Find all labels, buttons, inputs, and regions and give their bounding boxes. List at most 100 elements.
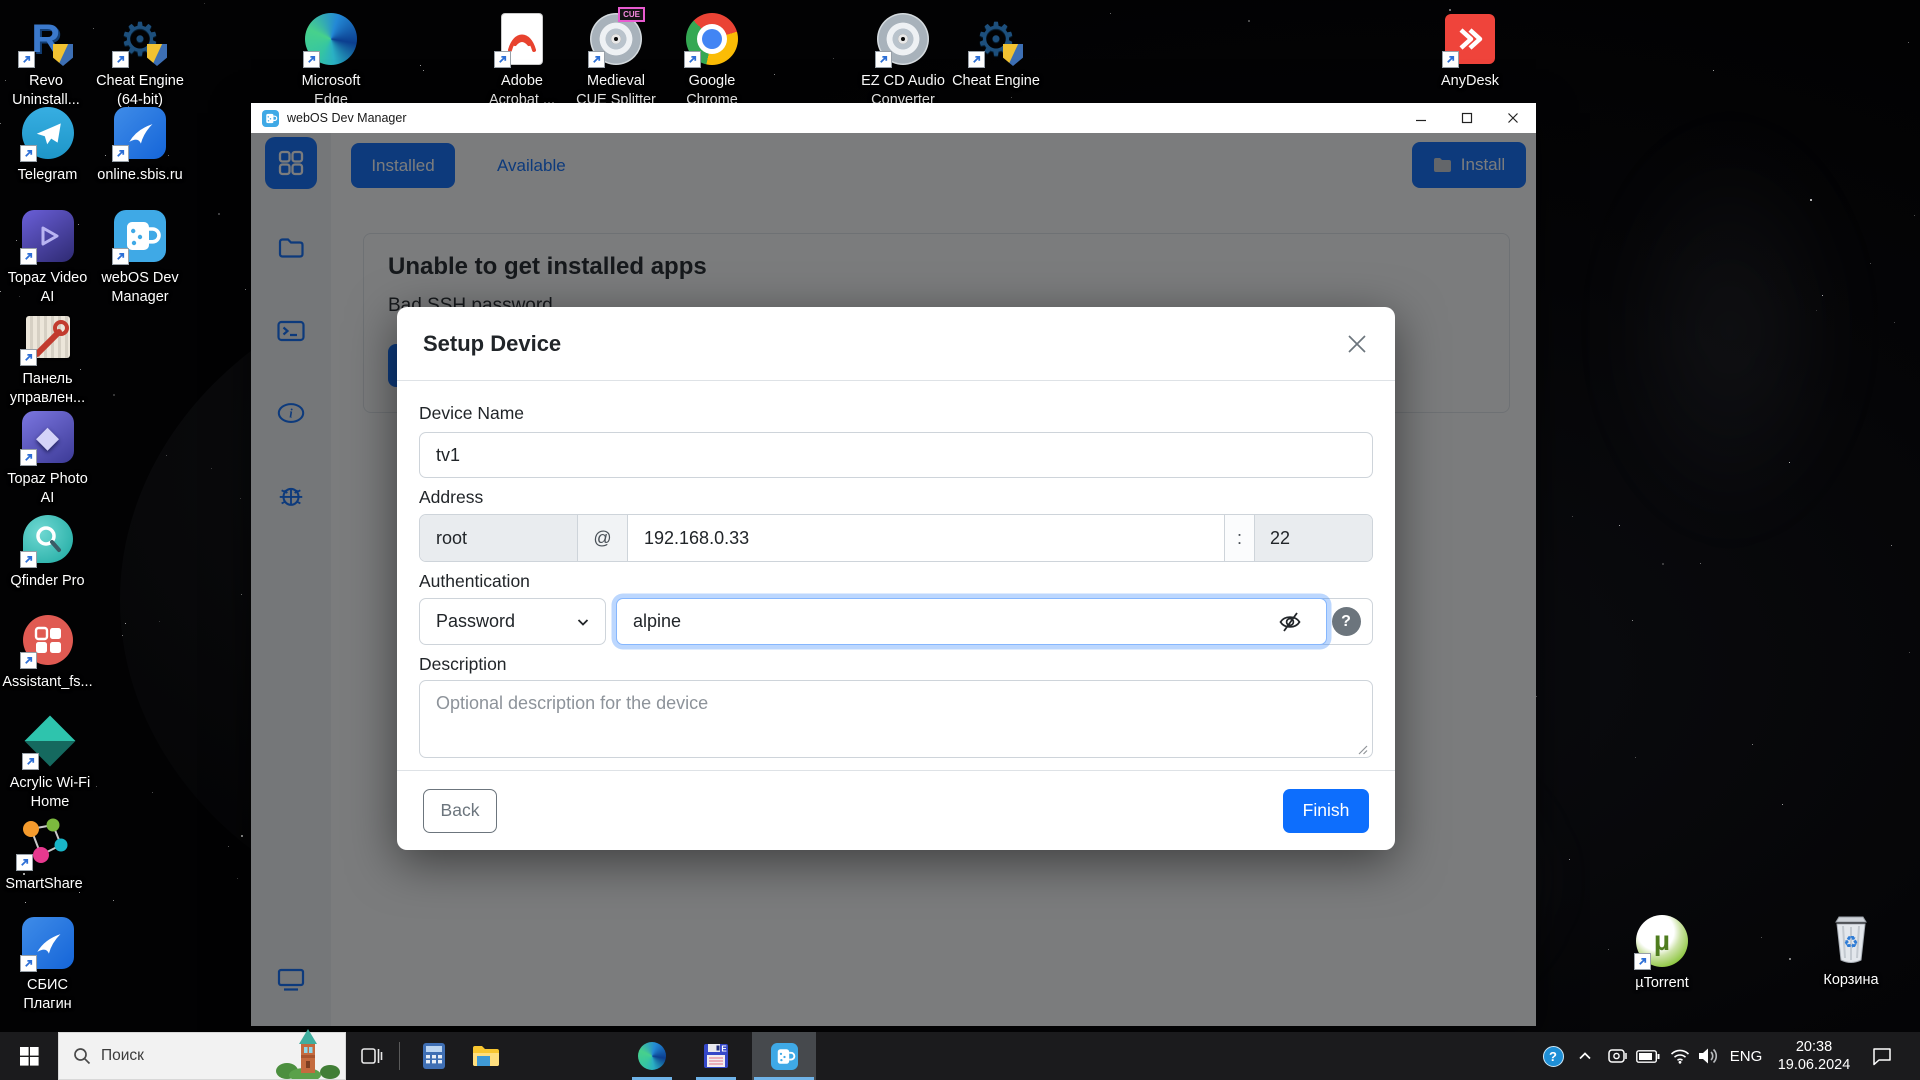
tray-overflow-chevron[interactable] (1572, 1032, 1598, 1080)
help-button[interactable]: ? (1332, 607, 1361, 636)
shortcut-arrow-icon (20, 652, 37, 669)
eye-slash-icon[interactable] (1277, 609, 1303, 635)
task-view-button[interactable] (348, 1032, 396, 1080)
taskbar-edge[interactable] (628, 1032, 676, 1080)
taskbar-editor[interactable]: E (692, 1032, 740, 1080)
tray-clock[interactable]: 20:38 19.06.2024 (1768, 1032, 1860, 1080)
cast-display-icon (1608, 1048, 1628, 1065)
description-wrap (419, 680, 1373, 763)
shortcut-arrow-icon (20, 449, 37, 466)
close-icon[interactable] (1345, 332, 1369, 356)
password-help-segment: ? (1319, 598, 1373, 645)
tray-display-cast[interactable] (1604, 1032, 1632, 1080)
minimize-button[interactable] (1398, 103, 1444, 133)
chevron-up-icon (1577, 1048, 1593, 1064)
desktop-icon-qfinder[interactable]: Qfinder Pro (0, 510, 95, 591)
desktop-icon-utorrent[interactable]: µ µTorrent (1612, 912, 1712, 993)
at-separator: @ (578, 515, 628, 561)
desktop-icon-anydesk[interactable]: AnyDesk (1420, 10, 1520, 91)
desktop-icon-recycle-bin[interactable]: ♻ Корзина (1801, 909, 1901, 990)
close-button[interactable] (1490, 103, 1536, 133)
recycle-bin-icon: ♻ (1826, 910, 1876, 966)
shortcut-arrow-icon (112, 248, 129, 265)
shortcut-arrow-icon (494, 51, 511, 68)
tray-date: 19.06.2024 (1778, 1056, 1851, 1074)
desktop-icon-edge[interactable]: Microsoft Edge (281, 10, 381, 110)
start-button[interactable] (0, 1032, 58, 1080)
desktop-icon-assistant[interactable]: Assistant_fs... (0, 611, 95, 692)
auth-method-select[interactable]: Password (419, 598, 606, 645)
desktop-icon-ezcd[interactable]: EZ CD Audio Converter (851, 10, 955, 110)
action-center-button[interactable] (1862, 1032, 1902, 1080)
desktop-icon-control-panel[interactable]: Панель управлен... (0, 308, 95, 408)
back-button[interactable]: Back (423, 789, 497, 833)
dialog-header: Setup Device (397, 307, 1395, 381)
dialog-footer: Back Finish (397, 770, 1395, 850)
wallpaper-smoke (1600, 120, 1860, 540)
desktop-icon-revo-uninstaller[interactable]: R Revo Uninstall... (0, 10, 92, 110)
desktop-icon-topaz-photo[interactable]: ◆ Topaz Photo AI (0, 408, 95, 508)
desktop-icon-cheat-engine[interactable]: ⚙ Cheat Engine (946, 10, 1046, 91)
device-name-input[interactable] (419, 432, 1373, 478)
window-title: webOS Dev Manager (287, 111, 407, 125)
port-input[interactable] (1254, 515, 1372, 561)
acrobat-logo (505, 24, 539, 54)
ssh-user-input[interactable] (420, 515, 578, 561)
tray-language[interactable]: ENG (1726, 1032, 1766, 1080)
tray-volume[interactable] (1694, 1032, 1724, 1080)
taskbar-search[interactable]: Поиск (58, 1032, 346, 1080)
taskbar-calculator[interactable] (410, 1032, 458, 1080)
setup-device-dialog: Setup Device Device Name Address @ : (397, 307, 1395, 850)
window-titlebar[interactable]: webOS Dev Manager (251, 103, 1536, 133)
desktop-icon-telegram[interactable]: Telegram (0, 104, 95, 185)
desktop-icon-medieval-cue[interactable]: CUE Medieval CUE Splitter (566, 10, 666, 110)
webos-dev-manager-window: webOS Dev Manager (251, 103, 1536, 1026)
colon-separator: : (1224, 515, 1254, 561)
shortcut-arrow-icon (303, 51, 320, 68)
desktop-icon-cheat-engine-64[interactable]: ⚙ Cheat Engine (64-bit) (90, 10, 190, 110)
finish-button[interactable]: Finish (1283, 789, 1369, 833)
address-group: @ : (419, 514, 1373, 562)
desktop-icon-label: Assistant_fs... (0, 673, 95, 692)
desktop-icon-label: СБИС Плагин (0, 976, 95, 1014)
desktop: R Revo Uninstall... ⚙ Cheat Engine (64-b… (0, 0, 1920, 1080)
desktop-icon-webos-dev[interactable]: webOS Dev Manager (90, 207, 190, 307)
taskbar-webos-dev-manager[interactable] (752, 1032, 816, 1080)
shortcut-arrow-icon (16, 854, 33, 871)
shortcut-arrow-icon (22, 753, 39, 770)
shortcut-arrow-icon (20, 145, 37, 162)
desktop-icon-smartshare[interactable]: SmartShare (0, 813, 88, 894)
svg-text:E: E (721, 1045, 727, 1054)
taskbar-file-explorer[interactable] (462, 1032, 510, 1080)
taskbar: Поиск (0, 1032, 1920, 1080)
desktop-icon-sbis[interactable]: online.sbis.ru (90, 104, 190, 185)
desktop-icon-acrylic[interactable]: Acrylic Wi-Fi Home (0, 712, 100, 812)
task-view-icon (361, 1046, 383, 1066)
shortcut-arrow-icon (1634, 953, 1651, 970)
host-input[interactable] (628, 515, 1224, 561)
password-input[interactable] (616, 598, 1327, 645)
password-group: ? (616, 598, 1373, 645)
cue-label: CUE (618, 7, 645, 22)
shortcut-arrow-icon (20, 349, 37, 366)
resize-grip[interactable] (1356, 743, 1368, 755)
desktop-icon-topaz-video[interactable]: Topaz Video AI (0, 207, 95, 307)
shortcut-arrow-icon (20, 248, 37, 265)
wifi-icon (1670, 1048, 1690, 1064)
tray-battery[interactable] (1634, 1032, 1662, 1080)
desktop-icon-label: AnyDesk (1420, 72, 1520, 91)
desktop-icon-sbis-plugin[interactable]: СБИС Плагин (0, 914, 95, 1014)
desktop-icon-label: Topaz Video AI (0, 269, 95, 307)
description-textarea[interactable] (419, 680, 1373, 758)
desktop-icon-label: online.sbis.ru (90, 166, 190, 185)
tray-help-button[interactable]: ? (1540, 1032, 1566, 1080)
shortcut-arrow-icon (588, 51, 605, 68)
maximize-button[interactable] (1444, 103, 1490, 133)
window-app-icon (262, 110, 279, 127)
desktop-icon-chrome[interactable]: Google Chrome (662, 10, 762, 110)
tray-wifi[interactable] (1666, 1032, 1694, 1080)
description-label: Description (419, 654, 1373, 675)
desktop-icon-label: Acrylic Wi-Fi Home (0, 774, 100, 812)
desktop-icon-label: Панель управлен... (0, 370, 95, 408)
desktop-icon-acrobat[interactable]: Adobe Acrobat ... (472, 10, 572, 110)
